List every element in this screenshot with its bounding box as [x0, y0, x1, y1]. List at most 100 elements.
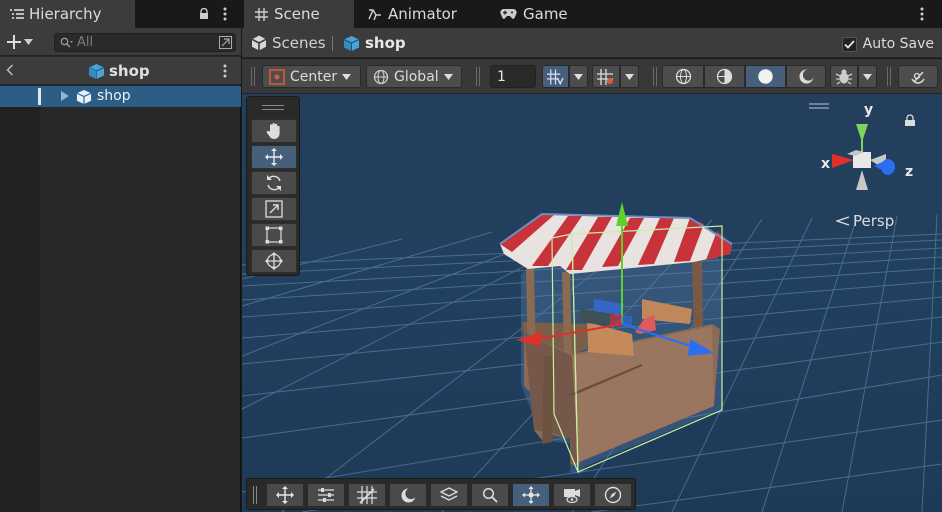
- scene-viewport[interactable]: y x z Persp: [242, 94, 942, 512]
- hierarchy-panel: Hierarchy All shop shop: [0, 0, 241, 512]
- tab-hierarchy[interactable]: Hierarchy: [0, 0, 135, 28]
- overlay-drag-handle[interactable]: [262, 105, 284, 110]
- grid-snap-options[interactable]: [569, 65, 588, 88]
- scene-visibility-toggle[interactable]: [898, 65, 938, 88]
- rect-tool-button[interactable]: [251, 223, 297, 247]
- grid-snap-increment-field[interactable]: 1: [490, 65, 536, 88]
- kebab-menu-icon[interactable]: [216, 5, 234, 23]
- visibility-off-icon: [911, 70, 925, 84]
- row-indent-marker: [38, 88, 41, 105]
- shaded-wireframe-button[interactable]: [704, 65, 745, 88]
- lock-icon[interactable]: [195, 5, 213, 23]
- create-button[interactable]: [6, 32, 40, 52]
- pivot-center-icon: [269, 68, 285, 85]
- search-icon: [60, 37, 73, 48]
- breadcrumb-scenes-label: Scenes: [272, 34, 326, 52]
- globe-icon: [373, 69, 389, 84]
- toolbar-grip[interactable]: [653, 67, 657, 86]
- magnifier-icon: [482, 487, 498, 503]
- tool-settings-button[interactable]: [307, 483, 345, 507]
- auto-save-toggle[interactable]: Auto Save: [841, 36, 934, 52]
- gizmo-y-label: y: [864, 102, 874, 118]
- unlit-shading-button[interactable]: [786, 65, 826, 88]
- transform-icon: [265, 252, 283, 270]
- toolbar-grip[interactable]: [887, 67, 891, 86]
- space-mode-dropdown[interactable]: Global: [366, 65, 462, 88]
- layers-button[interactable]: [430, 483, 468, 507]
- tab-game[interactable]: Game: [500, 0, 568, 28]
- prefab-cube-icon: [88, 63, 105, 79]
- search-input[interactable]: All: [54, 33, 236, 52]
- toolbar-grip[interactable]: [476, 67, 480, 86]
- tab-scene[interactable]: Scene: [244, 0, 354, 28]
- shaded-sphere-icon: [758, 69, 773, 84]
- chevron-down-icon: [863, 73, 872, 80]
- gizmo-z-label: z: [905, 164, 914, 180]
- grid-snapping-button[interactable]: [348, 483, 386, 507]
- tab-scene-label: Scene: [274, 5, 320, 23]
- lighting-button[interactable]: [389, 483, 427, 507]
- shaded-button[interactable]: [745, 65, 786, 88]
- auto-save-checkbox[interactable]: [841, 36, 857, 52]
- tab-game-label: Game: [523, 5, 568, 23]
- chevron-down-icon: [625, 73, 634, 80]
- auto-save-label: Auto Save: [862, 36, 934, 52]
- unity-editor: Hierarchy All shop shop Scene Animator G…: [0, 0, 942, 512]
- checkmark-icon: [844, 39, 855, 49]
- toolbar-grip[interactable]: [251, 67, 255, 86]
- list-icon: [10, 8, 24, 20]
- pivot-mode-label: Center: [290, 68, 338, 85]
- grid-snap-toggle[interactable]: [542, 65, 569, 88]
- orientation-button[interactable]: [594, 483, 632, 507]
- rotate-icon: [267, 175, 281, 191]
- tab-animator[interactable]: Animator: [368, 0, 457, 28]
- breadcrumb-shop[interactable]: shop: [343, 34, 406, 52]
- grid-snap-icon: [357, 486, 377, 504]
- gizmos-options[interactable]: [858, 65, 877, 88]
- projection-toggle[interactable]: Persp: [836, 212, 894, 230]
- shaded-wireframe-sphere-icon: [716, 68, 733, 85]
- expand-triangle-icon[interactable]: [61, 91, 69, 101]
- breadcrumb-scenes[interactable]: Scenes: [251, 34, 326, 52]
- camera-view-button[interactable]: [553, 483, 591, 507]
- tab-hierarchy-label: Hierarchy: [29, 5, 102, 23]
- gizmos-toggle[interactable]: [830, 65, 858, 88]
- scene-kebab-icon[interactable]: [920, 7, 924, 21]
- plus-icon: [7, 35, 21, 49]
- grid-visibility-options[interactable]: [620, 65, 639, 88]
- grid-visibility-toggle[interactable]: [592, 65, 620, 88]
- grid-visibility-icon: [597, 68, 613, 85]
- camera-eye-icon: [564, 489, 580, 503]
- tab-animator-label: Animator: [388, 5, 457, 23]
- back-chevron-icon[interactable]: [6, 64, 14, 76]
- transform-tools-overlay: [246, 96, 300, 276]
- breadcrumb-shop-label: shop: [365, 34, 406, 52]
- hierarchy-tab-strip: Hierarchy: [0, 0, 241, 28]
- bug-gizmo-icon: [835, 69, 853, 85]
- hierarchy-toolbar: All: [0, 28, 241, 56]
- move-tool-button[interactable]: [251, 145, 297, 169]
- unity-logo-icon: [251, 35, 267, 51]
- search-scene-icon[interactable]: [217, 35, 233, 50]
- rect-transform-icon: [265, 226, 283, 244]
- hand-tool-button[interactable]: [251, 119, 297, 143]
- chevron-down-icon: [342, 73, 352, 80]
- prefab-title-label: shop: [109, 62, 150, 80]
- sliders-icon: [318, 488, 334, 502]
- rotate-tool-button[interactable]: [251, 171, 297, 195]
- gizmo-x-label: x: [821, 156, 831, 172]
- wireframe-shading-button[interactable]: [662, 65, 704, 88]
- overlay-drag-handle[interactable]: [253, 486, 257, 504]
- pivot-mode-dropdown[interactable]: Center: [262, 65, 361, 88]
- prefab-menu-icon[interactable]: [223, 64, 227, 78]
- hierarchy-row-shop[interactable]: shop: [0, 86, 241, 107]
- move-arrows-icon: [265, 148, 283, 166]
- scene-toolbar: Center Global 1: [242, 59, 942, 94]
- move-tool-overlay-button[interactable]: [266, 483, 304, 507]
- snap-to-pivot-button[interactable]: [512, 483, 550, 507]
- search-overlay-button[interactable]: [471, 483, 509, 507]
- move-arrows-icon: [276, 486, 294, 504]
- scale-icon: [265, 200, 283, 218]
- transform-tool-button[interactable]: [251, 249, 297, 273]
- scale-tool-button[interactable]: [251, 197, 297, 221]
